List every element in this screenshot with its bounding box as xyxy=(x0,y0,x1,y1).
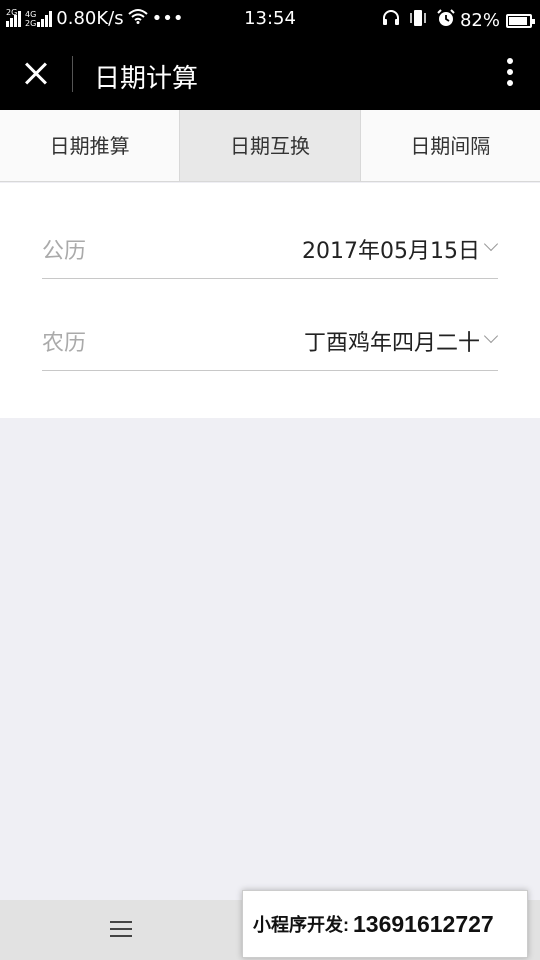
lunar-label: 农历 xyxy=(42,331,87,356)
promo-phone: 13691612727 xyxy=(353,910,494,937)
promo-label: 小程序开发: xyxy=(253,915,349,935)
menu-icon[interactable] xyxy=(110,921,132,939)
chevron-down-icon[interactable] xyxy=(483,328,499,344)
alarm-icon xyxy=(436,8,456,33)
lunar-date-row[interactable]: 农历 丁酉鸡年四月二十 xyxy=(42,279,499,371)
tab-bar: 日期推算 日期互换 日期间隔 xyxy=(0,110,540,182)
tab-date-convert[interactable]: 日期互换 xyxy=(180,110,361,181)
vibrate-icon xyxy=(408,8,428,33)
status-right: 82% xyxy=(378,8,535,33)
tab-date-calculate[interactable]: 日期推算 xyxy=(0,110,181,181)
solar-label: 公历 xyxy=(42,239,87,264)
battery-fill xyxy=(509,16,528,25)
more-icon[interactable] xyxy=(506,58,514,90)
page-title: 日期计算 xyxy=(94,64,199,94)
solar-date-row[interactable]: 公历 2017年05月15日 xyxy=(42,187,499,279)
battery-percent: 82% xyxy=(459,10,500,31)
tab-date-interval[interactable]: 日期间隔 xyxy=(361,110,540,181)
nav-bar: 日期计算 xyxy=(0,38,540,110)
nav-divider xyxy=(72,56,73,92)
conversion-panel: 公历 2017年05月15日 农历 丁酉鸡年四月二十 xyxy=(0,183,540,418)
battery-icon xyxy=(506,13,535,28)
promo-banner: 小程序开发: 13691612727 xyxy=(242,890,528,958)
solar-date-value[interactable]: 2017年05月15日 xyxy=(302,233,480,265)
headset-icon xyxy=(382,9,400,32)
chevron-down-icon[interactable] xyxy=(483,236,499,252)
close-icon[interactable] xyxy=(18,56,54,92)
lunar-date-value[interactable]: 丁酉鸡年四月二十 xyxy=(304,325,480,357)
status-bar: 2G 4G 2G 0.80K/s ••• 13:54 82% xyxy=(0,0,540,38)
